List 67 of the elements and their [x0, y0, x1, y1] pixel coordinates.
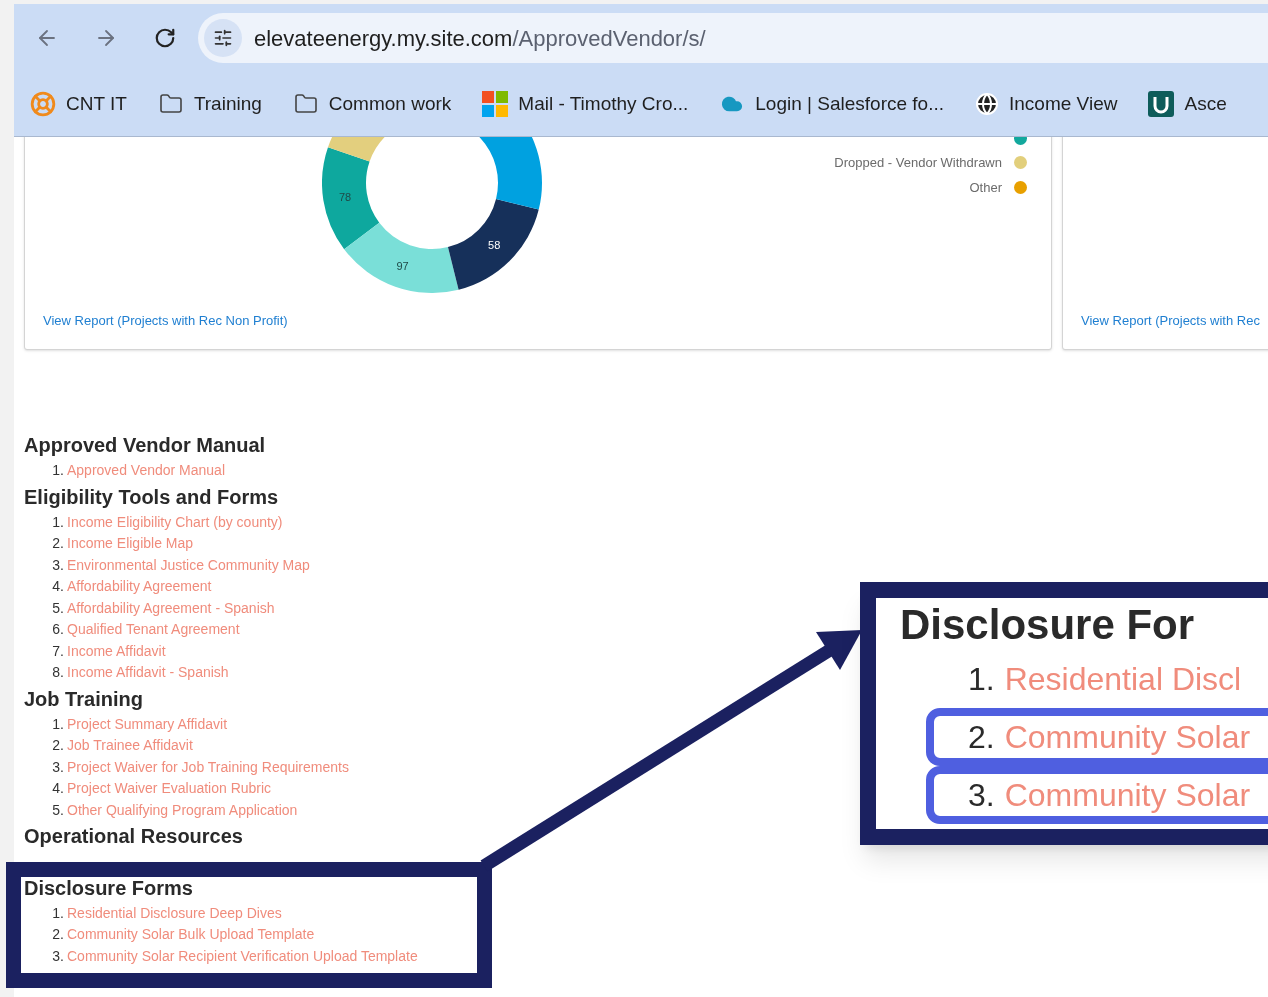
list-number: 7. — [51, 641, 64, 661]
list-number: 1. — [51, 461, 64, 481]
list-number: 6. — [51, 620, 64, 640]
list-number: 5. — [51, 598, 64, 618]
bookmark[interactable]: Income View — [975, 89, 1118, 119]
list-number: 4. — [51, 779, 64, 799]
legend-label: Other — [969, 178, 1002, 197]
list-number: 1. — [51, 903, 64, 923]
list-number: 3. — [968, 776, 995, 815]
section-heading: Operational Resources — [24, 824, 244, 849]
document-link[interactable]: Community Solar Bulk Upload Template — [67, 924, 315, 946]
list-number: 1. — [51, 512, 64, 532]
slice-value: 78 — [338, 190, 352, 203]
url-text: elevateenergy.my.site.com/ApprovedVendor/s/ — [254, 24, 706, 53]
list-number: 4. — [51, 577, 64, 597]
bookmark[interactable]: Common work — [292, 89, 452, 119]
document-link[interactable]: Affordability Agreement - Spanish — [67, 597, 275, 619]
document-link[interactable]: Other Qualifying Program Application — [67, 799, 298, 821]
document-link[interactable]: Project Waiver for Job Training Requirements — [67, 756, 349, 778]
lifebuoy-icon — [30, 91, 56, 117]
document-link[interactable]: Project Waiver Evaluation Rubric — [67, 778, 272, 800]
document-link[interactable]: Approved Vendor Manual — [67, 460, 225, 482]
document-link[interactable]: Job Trainee Affidavit — [67, 735, 193, 757]
windows-logo-icon — [482, 91, 509, 117]
list-number: 8. — [51, 663, 64, 683]
address-bar[interactable]: elevateenergy.my.site.com/ApprovedVendor/s/ — [198, 13, 1268, 63]
document-link[interactable]: Qualified Tenant Agreement — [67, 619, 240, 641]
list-number: 1. — [51, 714, 64, 734]
list-number: 2. — [51, 736, 64, 756]
slice-value: 97 — [396, 259, 409, 272]
document-link[interactable]: Community Solar Recipient Verification Upload Template — [67, 945, 418, 967]
list-number: 2. — [968, 718, 995, 757]
view-report-link[interactable]: View Report (Projects with Rec Non Profit) — [43, 310, 1051, 330]
bookmark[interactable]: Training — [157, 89, 262, 119]
document-link[interactable]: Income Affidavit — [67, 640, 166, 662]
bookmark[interactable]: Mail - Timothy Cro... — [482, 89, 689, 119]
callout-heading: Disclosure For — [899, 599, 1196, 650]
list-number: 2. — [51, 534, 64, 554]
folder-icon — [157, 92, 184, 116]
section-heading: Eligibility Tools and Forms — [24, 484, 280, 510]
legend-label: Dropped - Vendor Withdrawn — [834, 154, 1002, 172]
list-number: 1. — [968, 660, 995, 699]
folder-icon — [292, 92, 319, 116]
document-link[interactable]: Income Eligible Map — [67, 533, 194, 555]
bookmark[interactable]: Asce — [1148, 89, 1227, 119]
reload-icon[interactable] — [154, 27, 176, 49]
document-link[interactable]: Affordability Agreement — [67, 576, 212, 598]
app-logo-icon — [1148, 91, 1175, 117]
section-heading: Approved Vendor Manual — [24, 433, 267, 458]
view-report-link[interactable]: View Report (Projects with Rec — [1081, 310, 1268, 330]
list-number: 2. — [51, 925, 64, 945]
bookmark[interactable]: Login | Salesforce fo... — [719, 89, 944, 119]
list-number: 3. — [51, 757, 64, 777]
list-number: 3. — [51, 555, 64, 575]
document-link[interactable]: Income Affidavit - Spanish — [67, 662, 229, 684]
list-number: 3. — [51, 946, 64, 966]
document-link[interactable]: Income Eligibility Chart (by county) — [67, 511, 283, 533]
section-heading: Job Training — [24, 686, 144, 712]
document-link[interactable]: Environmental Justice Community Map — [67, 554, 310, 576]
bookmark[interactable]: CNT IT — [30, 89, 127, 119]
globe-icon — [975, 92, 999, 116]
document-link[interactable]: Residential Disclosure Deep Dives — [67, 902, 282, 924]
slice-value: 58 — [488, 239, 501, 252]
list-number: 5. — [51, 800, 64, 820]
site-settings-icon[interactable] — [204, 19, 242, 57]
document-link[interactable]: Project Summary Affidavit — [67, 713, 228, 735]
section-heading: Disclosure Forms — [24, 875, 194, 901]
